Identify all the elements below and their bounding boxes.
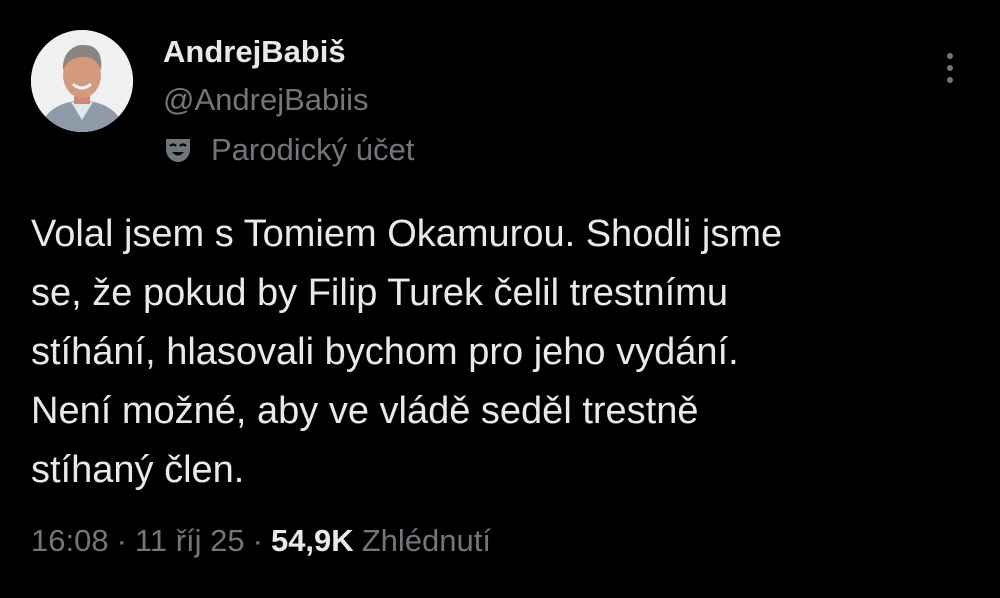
avatar[interactable] [31,30,133,132]
tweet-time[interactable]: 16:08 [31,523,109,559]
views-count[interactable]: 54,9K [271,523,354,559]
tweet-meta: 16:08 · 11 říj 25 · 54,9K Zhlédnutí [31,523,491,559]
parody-account-label: Parodický účet [163,130,414,170]
tweet-date[interactable]: 11 říj 25 [135,523,245,559]
display-name[interactable]: AndrejBabiš [163,34,346,70]
tweet-text-line: se, že pokud by Filip Turek čelil trestn… [31,272,728,314]
more-vertical-icon [945,51,955,90]
tweet-text-line: Volal jsem s Tomiem Okamurou. Shodli jsm… [31,213,783,255]
meta-separator: · [252,523,263,558]
meta-separator: · [116,523,127,558]
theater-mask-icon [163,135,193,165]
tweet-text-line: Není možné, aby ve vládě seděl trestně [31,390,699,432]
tweet-text-line: stíhání, hlasovali bychom pro jeho vydán… [31,331,739,373]
more-options-button[interactable] [932,50,968,90]
tweet: AndrejBabiš @AndrejBabiis Parodický účet… [0,0,1000,598]
tweet-text: Volal jsem s Tomiem Okamurou. Shodli jsm… [31,205,976,500]
account-label-text: Parodický účet [211,132,415,167]
user-handle[interactable]: @AndrejBabiis [163,82,369,118]
tweet-text-line: stíhaný člen. [31,449,245,491]
views-label[interactable]: Zhlédnutí [362,523,491,559]
